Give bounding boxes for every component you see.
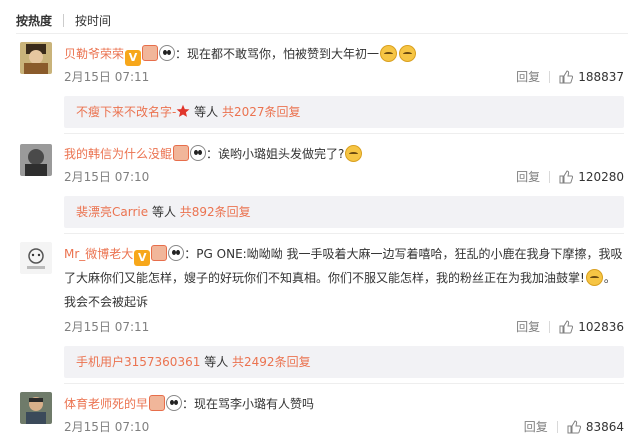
like-count: 83864 xyxy=(585,419,624,434)
panda-icon xyxy=(159,45,176,61)
sort-by-hot-tab[interactable]: 按热度 xyxy=(16,12,52,29)
comment-divider xyxy=(64,133,624,134)
sub-reply-people: 等人 xyxy=(151,205,176,219)
reply-button[interactable]: 回复 xyxy=(516,168,540,185)
fan-badge-icon[interactable] xyxy=(149,395,166,411)
fan-badge-icon[interactable] xyxy=(142,45,159,61)
comment-text: ：现在骂李小璐有人赞吗 xyxy=(182,397,315,411)
action-divider xyxy=(549,320,551,333)
reply-button[interactable]: 回复 xyxy=(524,418,548,435)
comment-date: 2月15日 07:10 xyxy=(64,420,150,434)
sub-reply-user[interactable]: 裴漂亮Carrie xyxy=(76,205,148,219)
thumbs-up-icon[interactable] xyxy=(559,319,574,334)
reply-button[interactable]: 回复 xyxy=(516,318,540,335)
sub-reply-bar[interactable]: 裴漂亮Carrie 等人 共892条回复 xyxy=(64,196,624,228)
comment-text: ：诶哟小璐姐头发做完了? xyxy=(206,147,345,161)
reply-button[interactable]: 回复 xyxy=(516,68,540,85)
sort-bar-divider xyxy=(16,33,628,34)
action-divider xyxy=(556,420,558,433)
comment-username[interactable]: 我的韩信为什么没鲲 xyxy=(64,147,172,161)
sub-reply-user[interactable]: 不瘦下来不改名字- xyxy=(76,105,176,119)
sub-reply-bar[interactable]: 手机用户3157360361 等人 共2492条回复 xyxy=(64,346,624,378)
avatar[interactable] xyxy=(20,242,52,274)
comment-divider xyxy=(64,383,624,384)
like-count: 188837 xyxy=(578,69,624,84)
grin-emoji-icon xyxy=(585,269,603,286)
comment-username[interactable]: 体育老师死的早 xyxy=(64,397,148,411)
panda-icon xyxy=(168,245,185,261)
sub-reply-bar[interactable]: 不瘦下来不改名字- 等人 共2027条回复 xyxy=(64,96,624,128)
avatar[interactable] xyxy=(20,42,52,74)
panda-icon xyxy=(190,145,207,161)
sort-by-time-tab[interactable]: 按时间 xyxy=(75,12,111,29)
comment-username[interactable]: 贝勒爷荣荣 xyxy=(64,47,124,61)
sub-reply-count[interactable]: 共2027条回复 xyxy=(222,105,301,119)
panda-icon xyxy=(166,395,183,411)
comment-date: 2月15日 07:11 xyxy=(64,320,150,334)
thumbs-up-icon[interactable] xyxy=(567,419,581,434)
comment-date: 2月15日 07:11 xyxy=(64,70,150,84)
comment-username[interactable]: Mr_微博老大 xyxy=(64,247,133,261)
grin-emoji-icon xyxy=(399,45,417,62)
vip-icon[interactable]: V xyxy=(125,50,142,66)
grin-emoji-icon xyxy=(380,45,398,62)
sub-reply-people: 等人 xyxy=(204,355,229,369)
sub-reply-user[interactable]: 手机用户3157360361 xyxy=(76,355,200,369)
sub-reply-people: 等人 xyxy=(194,105,219,119)
sort-divider xyxy=(63,13,65,27)
fan-badge-icon[interactable] xyxy=(173,145,190,161)
action-divider xyxy=(549,170,551,183)
comment-text: ：现在都不敢骂你，怕被赞到大年初一 xyxy=(175,47,380,61)
fan-badge-icon[interactable] xyxy=(151,245,168,261)
like-count: 120280 xyxy=(578,169,624,184)
sort-bar: 按热度 按时间 xyxy=(16,10,111,30)
like-count: 102836 xyxy=(578,319,624,334)
avatar[interactable] xyxy=(20,392,52,424)
star-icon xyxy=(176,104,190,117)
grin-emoji-icon xyxy=(345,145,363,162)
sub-reply-count[interactable]: 共2492条回复 xyxy=(232,355,311,369)
thumbs-up-icon[interactable] xyxy=(559,69,574,84)
comment-divider xyxy=(64,233,624,234)
comment-date: 2月15日 07:10 xyxy=(64,170,150,184)
action-divider xyxy=(549,70,551,83)
vip-icon[interactable]: V xyxy=(134,250,151,266)
avatar[interactable] xyxy=(20,144,52,176)
thumbs-up-icon[interactable] xyxy=(559,169,574,184)
sub-reply-count[interactable]: 共892条回复 xyxy=(180,205,251,219)
